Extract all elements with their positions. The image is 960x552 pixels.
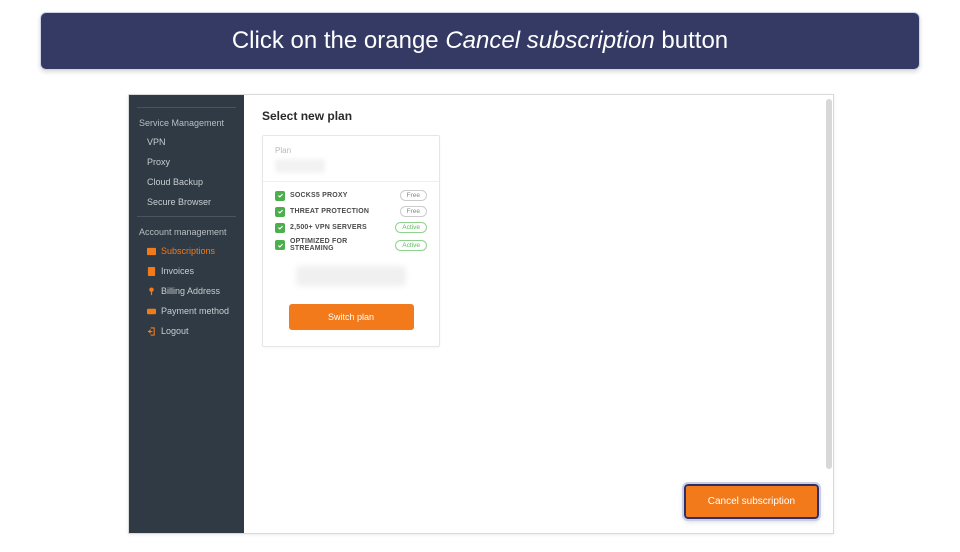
divider [137,107,236,108]
sidebar-item-proxy[interactable]: Proxy [129,152,244,172]
plan-card: Plan SOCKS5 PROXY Free THREAT PROTECTION… [262,135,440,347]
main-content: Select new plan Plan SOCKS5 PROXY Free T… [244,95,833,533]
check-icon [275,207,285,217]
sidebar-item-label: Secure Browser [147,197,211,207]
divider [263,181,439,182]
check-icon [275,223,285,233]
feature-badge-active: Active [395,240,427,251]
divider [137,216,236,217]
sidebar-section-service: Service Management [129,112,244,132]
sidebar-item-vpn[interactable]: VPN [129,132,244,152]
app-window: Service Management VPN Proxy Cloud Backu… [128,94,834,534]
sidebar-section-account: Account management [129,221,244,241]
logout-icon [147,327,156,336]
instruction-banner: Click on the orange Cancel subscription … [40,12,920,70]
price-redacted [296,266,406,286]
sidebar: Service Management VPN Proxy Cloud Backu… [129,95,244,533]
sidebar-item-label: Payment method [161,306,229,316]
feature-label: 2,500+ VPN SERVERS [290,224,390,231]
invoices-icon [147,267,156,276]
sidebar-item-subscriptions[interactable]: Subscriptions [129,241,244,261]
check-icon [275,240,285,250]
sidebar-item-label: Invoices [161,266,194,276]
sidebar-item-billing-address[interactable]: Billing Address [129,281,244,301]
cancel-subscription-button[interactable]: Cancel subscription [684,484,819,519]
subscriptions-icon [147,247,156,256]
sidebar-item-label: Billing Address [161,286,220,296]
feature-row: 2,500+ VPN SERVERS Active [275,222,427,233]
feature-badge-active: Active [395,222,427,233]
instruction-prefix: Click on the orange [232,27,445,54]
instruction-suffix: button [655,27,728,54]
feature-row: OPTIMIZED FOR STREAMING Active [275,238,427,252]
plan-name-redacted [275,159,325,173]
sidebar-item-cloud-backup[interactable]: Cloud Backup [129,172,244,192]
instruction-emphasis: Cancel subscription [445,27,654,54]
payment-icon [147,307,156,316]
sidebar-item-secure-browser[interactable]: Secure Browser [129,192,244,212]
sidebar-item-label: Cloud Backup [147,177,203,187]
scrollbar-thumb[interactable] [826,99,832,469]
plan-label: Plan [275,146,427,155]
switch-plan-button[interactable]: Switch plan [289,304,414,330]
feature-badge-free: Free [400,190,427,201]
sidebar-item-label: Logout [161,326,189,336]
check-icon [275,191,285,201]
sidebar-item-label: Proxy [147,157,170,167]
feature-label: OPTIMIZED FOR STREAMING [290,238,390,252]
scrollbar[interactable] [826,99,832,469]
page-title: Select new plan [262,109,815,123]
feature-row: THREAT PROTECTION Free [275,206,427,217]
sidebar-item-invoices[interactable]: Invoices [129,261,244,281]
feature-row: SOCKS5 PROXY Free [275,190,427,201]
feature-label: THREAT PROTECTION [290,208,395,215]
sidebar-item-label: VPN [147,137,166,147]
feature-label: SOCKS5 PROXY [290,192,395,199]
sidebar-item-logout[interactable]: Logout [129,321,244,341]
billing-icon [147,287,156,296]
sidebar-item-label: Subscriptions [161,246,215,256]
feature-badge-free: Free [400,206,427,217]
sidebar-item-payment-method[interactable]: Payment method [129,301,244,321]
